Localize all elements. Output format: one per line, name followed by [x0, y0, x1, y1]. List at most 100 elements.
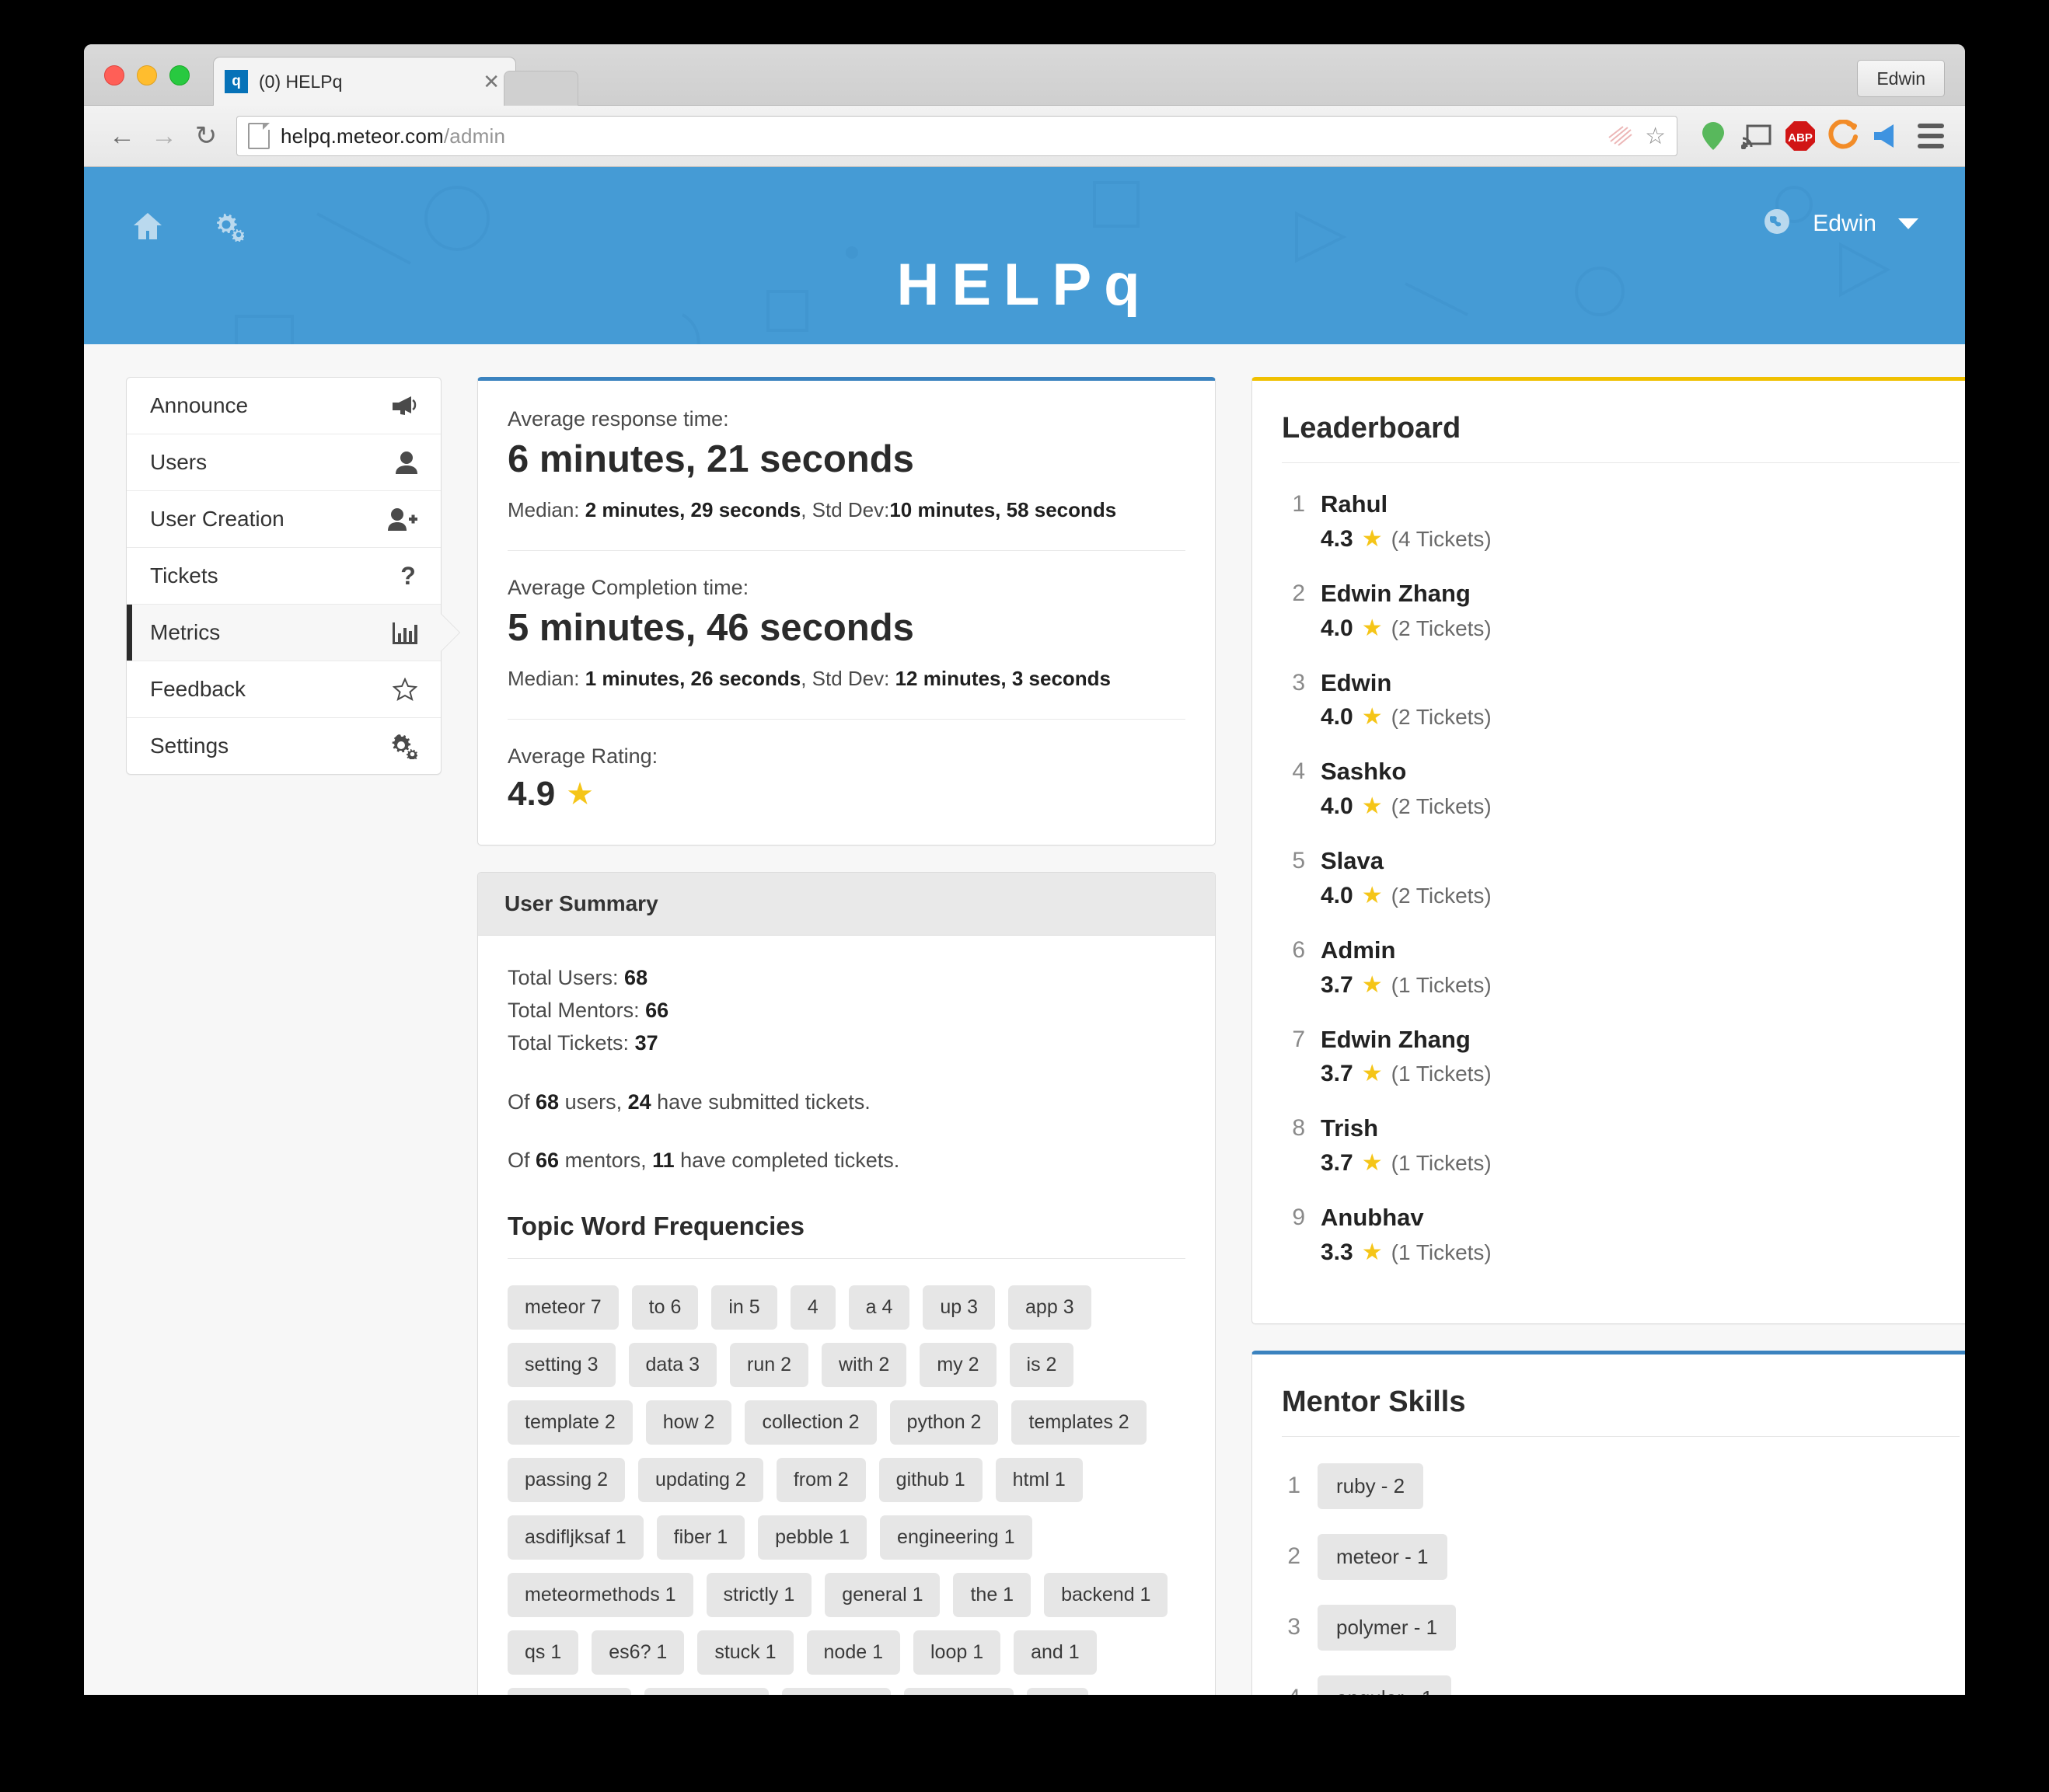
topic-tag[interactable]: is 2 [1009, 1343, 1074, 1388]
address-bar[interactable]: helpq.meteor.com/admin ☆ [236, 116, 1677, 156]
sidebar-item-feedback[interactable]: Feedback [127, 661, 441, 718]
globe-icon[interactable] [1763, 207, 1791, 239]
browser-tab[interactable]: q (0) HELPq ✕ [213, 57, 516, 106]
topic-tag[interactable]: setting 3 [508, 1343, 616, 1388]
minimize-window-button[interactable] [137, 65, 157, 85]
cast-bubble-icon[interactable] [1696, 119, 1730, 153]
topic-tag[interactable]: strictly 1 [706, 1573, 812, 1618]
topic-tag[interactable]: meteor 7 [508, 1285, 619, 1330]
topic-tag[interactable]: how 2 [645, 1400, 732, 1445]
topic-tag[interactable]: run 2 [730, 1343, 809, 1388]
leaderboard-name: Edwin Zhang [1321, 1025, 1471, 1053]
topic-tag[interactable]: asdifljksaf 1 [508, 1515, 644, 1560]
submitted-tickets-line: Of 68 users, 24 have submitted tickets. [508, 1089, 871, 1114]
topic-tag[interactable]: data 3 [628, 1343, 717, 1388]
sidebar-item-settings[interactable]: Settings [127, 718, 441, 774]
topic-tag[interactable]: python 2 [889, 1400, 999, 1445]
topic-tag[interactable]: from 2 [776, 1458, 866, 1503]
topic-tag[interactable]: template 2 [508, 1400, 633, 1445]
avg-completion-value: 5 minutes, 46 seconds [508, 607, 914, 649]
reload-icon[interactable]: ↻ [185, 115, 227, 157]
topic-tag[interactable]: backend 1 [1044, 1573, 1168, 1618]
topic-tag[interactable]: adding 1 [781, 1688, 891, 1695]
topic-tag[interactable]: meteormethods 1 [508, 1573, 693, 1618]
avg-rating-value: 4.9 [508, 775, 556, 813]
topic-tag[interactable]: pebble 1 [758, 1515, 867, 1560]
topic-tag[interactable]: stuck 1 [697, 1630, 794, 1675]
topic-tag[interactable]: general 1 [825, 1573, 941, 1618]
star-icon: ★ [1361, 525, 1383, 552]
topic-tag[interactable]: engineering 1 [880, 1515, 1032, 1560]
topic-tag[interactable]: es6? 1 [592, 1630, 685, 1675]
leaderboard-row: 7 Edwin Zhang 3.7 ★ (1 Tickets) [1282, 1025, 1960, 1088]
total-tickets-value: 37 [634, 1030, 658, 1055]
sidebar-item-label: Feedback [150, 677, 246, 701]
close-icon[interactable]: ✕ [478, 71, 504, 92]
sidebar-item-metrics[interactable]: Metrics [127, 605, 441, 661]
topic-tag[interactable]: collection 2 [745, 1400, 877, 1445]
topic-tag[interactable]: in 5 [711, 1285, 777, 1330]
leaderboard-rank: 3 [1292, 669, 1305, 696]
admin-page: Announce Users User Creation Tickets ? M… [84, 344, 1965, 1695]
announce-extension-icon[interactable] [1870, 119, 1904, 153]
topic-tag[interactable]: 4 [790, 1285, 836, 1330]
topic-tag[interactable]: + 1 [1026, 1688, 1089, 1695]
header-username[interactable]: Edwin [1813, 211, 1876, 237]
topic-tag[interactable]: html 1 [995, 1458, 1083, 1503]
topic-tag[interactable]: qs 1 [508, 1630, 579, 1675]
leaderboard-rank: 6 [1292, 936, 1305, 963]
mentor-skill-tag[interactable]: meteor - 1 [1318, 1533, 1447, 1580]
star-icon: ★ [566, 777, 595, 811]
sidebar-item-user-creation[interactable]: User Creation [127, 491, 441, 548]
cast-icon[interactable] [1740, 119, 1774, 153]
topic-tag[interactable]: app 3 [1008, 1285, 1091, 1330]
completion-std-value: 12 minutes, 3 seconds [895, 667, 1112, 690]
new-tab-button[interactable] [504, 71, 578, 106]
topic-tag[interactable]: node 1 [806, 1630, 900, 1675]
profile-button[interactable]: Edwin [1857, 60, 1945, 97]
topic-tag[interactable]: templates 2 [1011, 1400, 1147, 1445]
topic-tag[interactable]: with 2 [822, 1343, 907, 1388]
leaderboard-score: 4.0 [1321, 615, 1353, 641]
close-window-button[interactable] [104, 65, 124, 85]
leaderboard-ticket-count: (1 Tickets) [1391, 1062, 1492, 1086]
back-icon[interactable]: ← [101, 115, 143, 157]
topic-tag[interactable]: and 1 [1014, 1630, 1097, 1675]
ghostery-icon[interactable] [1607, 124, 1634, 148]
chrome-menu-icon[interactable] [1914, 119, 1948, 153]
topic-tag[interactable]: up 3 [923, 1285, 996, 1330]
adblock-plus-icon[interactable]: ABP [1783, 119, 1817, 153]
pocket-icon[interactable] [1827, 119, 1861, 153]
topic-tag[interactable]: crashing 1 [508, 1688, 632, 1695]
chevron-down-icon[interactable] [1898, 218, 1918, 229]
leaderboard-rank: 4 [1292, 758, 1305, 785]
bookmark-star-icon[interactable]: ☆ [1645, 123, 1666, 150]
topic-tag[interactable]: loop 1 [913, 1630, 1001, 1675]
home-icon[interactable] [132, 211, 163, 245]
topic-tag[interactable]: github 1 [878, 1458, 983, 1503]
leaderboard-rank: 2 [1292, 580, 1305, 606]
sidebar-item-label: Announce [150, 393, 249, 417]
forward-icon[interactable]: → [143, 115, 185, 157]
topic-tag[interactable]: stream 1 [903, 1688, 1014, 1695]
topic-tag[interactable]: passing 2 [508, 1458, 626, 1503]
gears-icon[interactable] [211, 211, 245, 246]
sidebar-item-tickets[interactable]: Tickets ? [127, 548, 441, 605]
sidebar-item-users[interactable]: Users [127, 434, 441, 491]
mentor-skills-list: 1 ruby - 2 2 meteor - 1 3 polymer - 1 4 angular… [1282, 1463, 1960, 1695]
topic-tag[interactable]: to 6 [631, 1285, 699, 1330]
maximize-window-button[interactable] [169, 65, 190, 85]
sidebar-item-announce[interactable]: Announce [127, 378, 441, 434]
leaderboard-row: 2 Edwin Zhang 4.0 ★ (2 Tickets) [1282, 579, 1960, 642]
topic-tag[interactable]: machine 1 [644, 1688, 769, 1695]
topic-tag[interactable]: my 2 [920, 1343, 997, 1388]
mentor-skill-tag[interactable]: polymer - 1 [1318, 1604, 1457, 1651]
topic-tag[interactable]: fiber 1 [656, 1515, 745, 1560]
topic-tag[interactable]: the 1 [953, 1573, 1031, 1618]
response-metrics-panel: Average response time: 6 minutes, 21 sec… [477, 377, 1216, 845]
mentor-skill-tag[interactable]: angular - 1 [1318, 1675, 1452, 1695]
mentor-skill-tag[interactable]: ruby - 2 [1318, 1463, 1424, 1509]
topic-tag[interactable]: a 4 [848, 1285, 910, 1330]
leaderboard-ticket-count: (1 Tickets) [1391, 1239, 1492, 1264]
topic-tag[interactable]: updating 2 [638, 1458, 763, 1503]
